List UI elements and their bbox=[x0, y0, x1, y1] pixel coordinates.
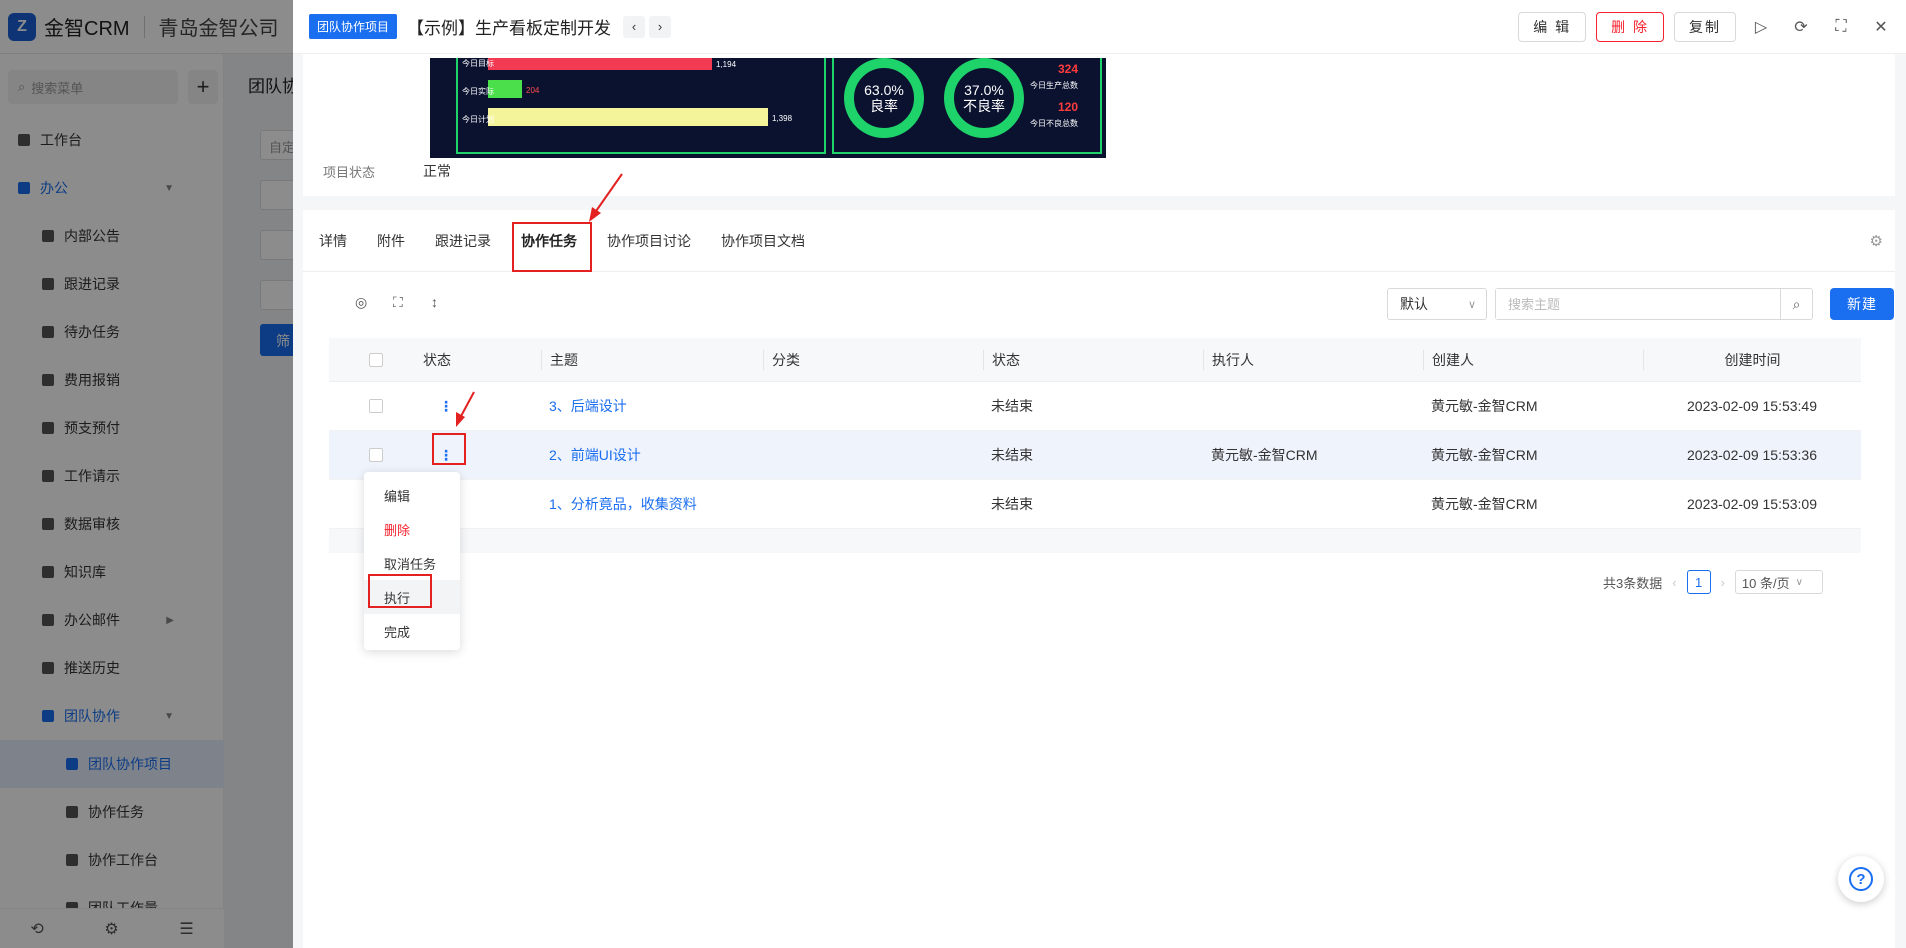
arrow-head bbox=[456, 412, 465, 427]
arrow-line bbox=[459, 391, 475, 419]
annotation-arrows bbox=[456, 173, 623, 427]
arrow-head bbox=[589, 207, 601, 222]
arrow-line bbox=[593, 173, 623, 215]
